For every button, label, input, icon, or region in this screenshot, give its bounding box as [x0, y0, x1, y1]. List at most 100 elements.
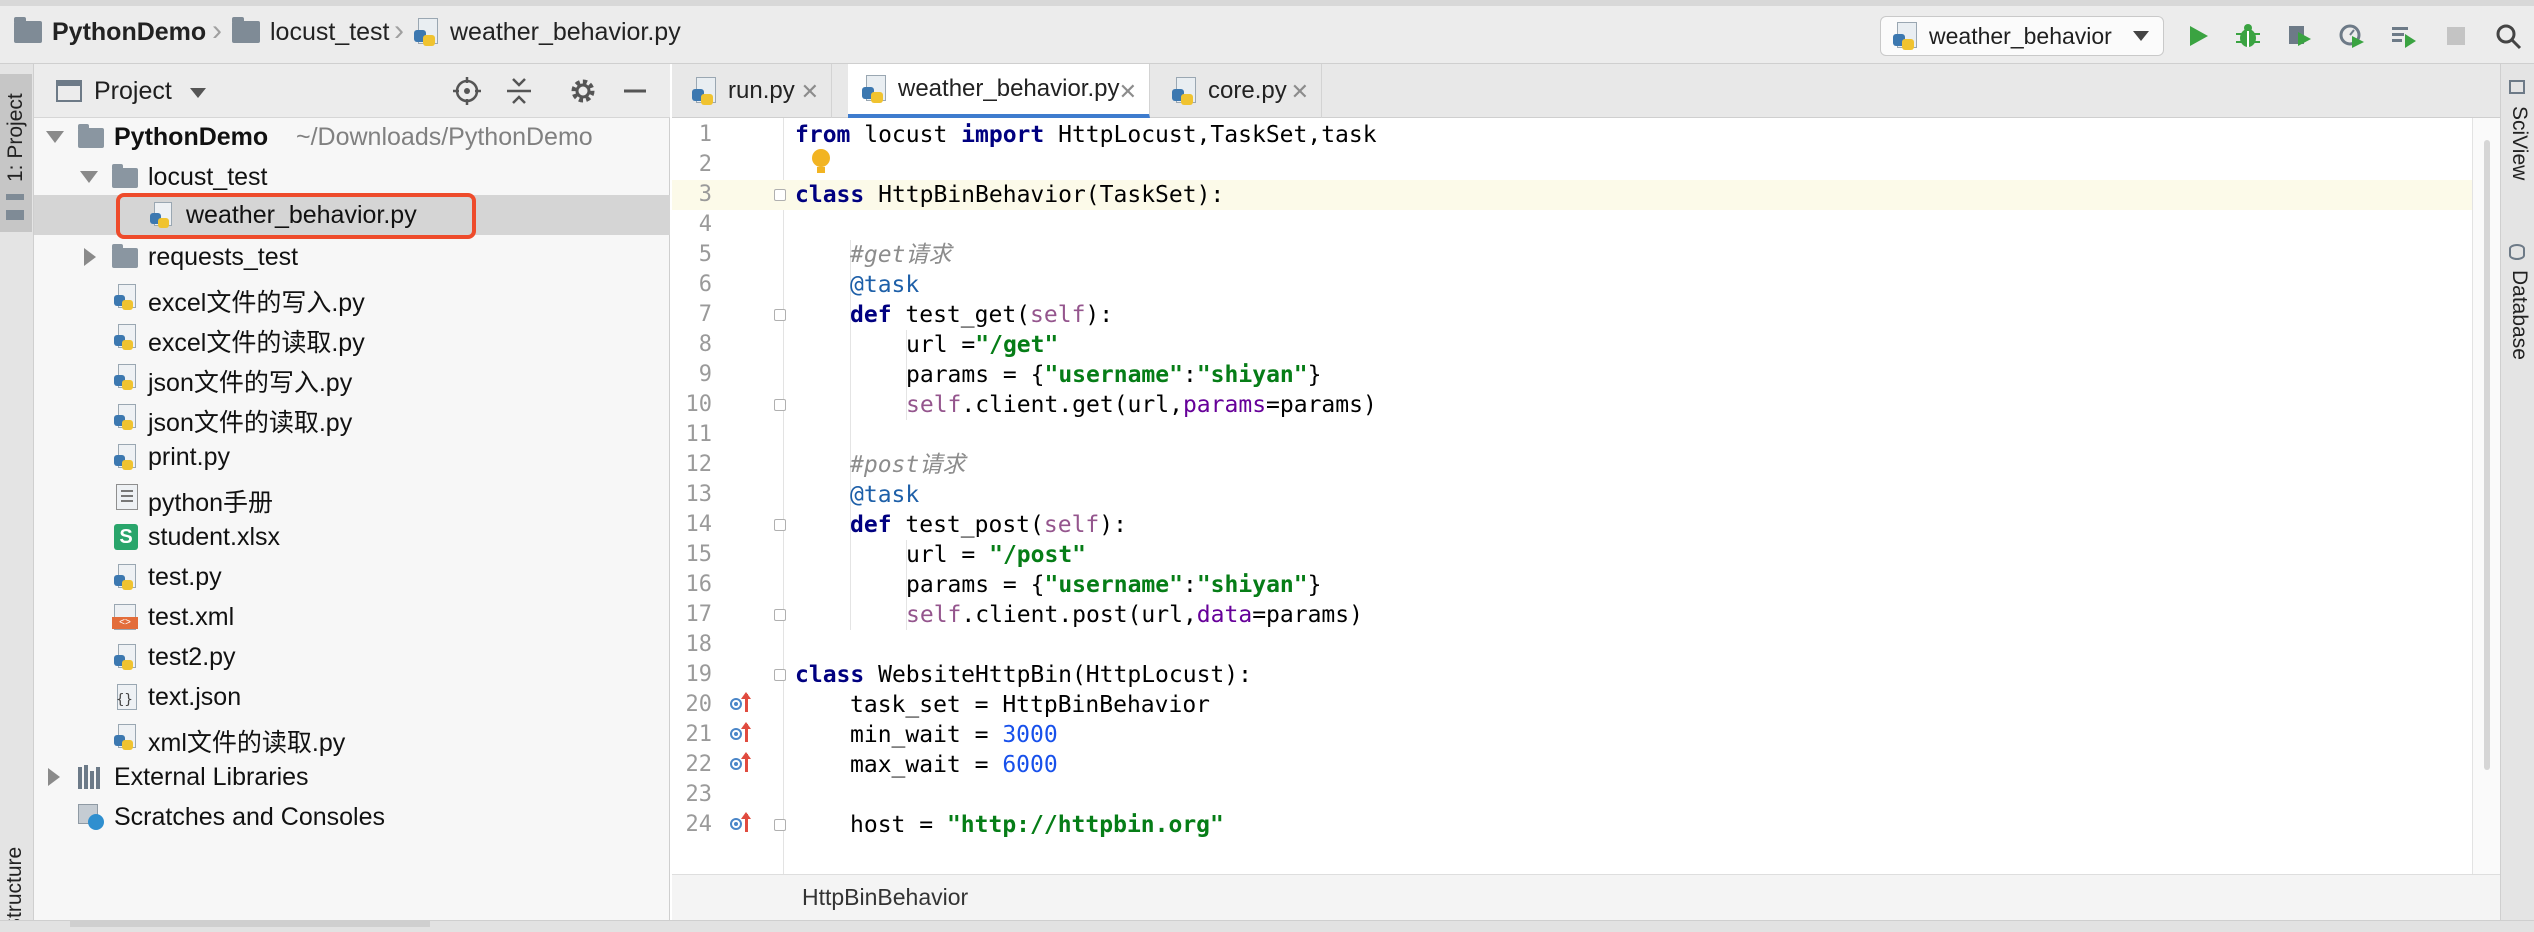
python-file-icon [692, 77, 718, 105]
run-with-coverage-button[interactable] [2282, 18, 2318, 54]
tree-item-student-xlsx[interactable]: S student.xlsx [34, 517, 670, 557]
code-line-13[interactable]: @task [850, 480, 919, 510]
override-icon[interactable] [730, 812, 758, 834]
tree-item-print[interactable]: print.py [34, 437, 670, 477]
code-line-14[interactable]: def test_post(self): [850, 510, 1127, 540]
override-icon[interactable] [730, 722, 758, 744]
sciview-tab[interactable]: SciView [2507, 106, 2531, 180]
code-line-19[interactable]: class WebsiteHttpBin(HttpLocust): [795, 660, 1252, 690]
run-configuration-select[interactable]: weather_behavior [1880, 16, 2164, 56]
code-line-10[interactable]: self.client.get(url,params=params) [906, 390, 1377, 420]
fold-icon[interactable] [774, 609, 786, 621]
project-view-title[interactable]: Project [94, 77, 172, 106]
tree-item-xml-read[interactable]: xml文件的读取.py [34, 717, 670, 757]
chevron-right-icon[interactable] [84, 248, 96, 266]
override-icon[interactable] [730, 752, 758, 774]
code-line-6[interactable]: @task [850, 270, 919, 300]
breadcrumb-project[interactable]: PythonDemo [14, 16, 206, 48]
fold-icon[interactable] [774, 309, 786, 321]
chevron-down-icon[interactable] [80, 171, 98, 183]
code-line-16[interactable]: params = {"username":"shiyan"} [906, 570, 1321, 600]
locate-icon[interactable] [452, 76, 482, 106]
chevron-down-icon[interactable] [190, 88, 206, 98]
search-everywhere-button[interactable] [2490, 18, 2526, 54]
close-icon[interactable]: ✕ [1291, 79, 1309, 105]
tree-item-locust-test[interactable]: locust_test [34, 157, 670, 197]
tree-item-test-xml[interactable]: <> test.xml [34, 597, 670, 637]
bulb-icon[interactable] [810, 148, 832, 176]
code-token: self [906, 602, 962, 628]
close-icon[interactable]: ✕ [1119, 79, 1137, 105]
debug-button[interactable] [2230, 18, 2266, 54]
database-tab[interactable]: Database [2507, 270, 2531, 360]
profile-button[interactable] [2334, 18, 2370, 54]
fold-icon[interactable] [774, 189, 786, 201]
code-line-7[interactable]: def test_get(self): [850, 300, 1113, 330]
code-line-9[interactable]: params = {"username":"shiyan"} [906, 360, 1321, 390]
project-tool-window-tab[interactable]: 1: Project [0, 74, 32, 232]
tree-item-label: test.py [148, 563, 222, 591]
tree-item-json-write[interactable]: json文件的写入.py [34, 357, 670, 397]
fold-icon[interactable] [774, 399, 786, 411]
code-token: data [1196, 602, 1253, 628]
tree-item-requests-test[interactable]: requests_test [34, 237, 670, 277]
code-token: params [1182, 392, 1267, 418]
code-line-15[interactable]: url = "/post" [906, 540, 1086, 570]
code-line-12[interactable]: #post请求 [850, 450, 965, 480]
code-token: max_wait = [850, 752, 1003, 778]
tree-item-test2-py[interactable]: test2.py [34, 637, 670, 677]
tree-item-label: student.xlsx [148, 523, 281, 551]
code-line-5[interactable]: #get请求 [850, 240, 951, 270]
scrollbar-thumb[interactable] [2484, 140, 2490, 770]
code-line-1[interactable]: from locust import HttpLocust,TaskSet,ta… [795, 120, 1377, 150]
hide-icon[interactable] [620, 76, 650, 106]
code-line-20[interactable]: task_set = HttpBinBehavior [850, 690, 1210, 720]
tree-item-text-json[interactable]: {} text.json [34, 677, 670, 717]
tab-weather-behavior-py[interactable]: weather_behavior.py ✕ [848, 64, 1150, 118]
fold-icon[interactable] [774, 819, 786, 831]
project-tool-window-label: 1: Project [4, 93, 27, 182]
run-button[interactable] [2180, 18, 2216, 54]
code-line-8[interactable]: url ="/get" [906, 330, 1058, 360]
fold-icon[interactable] [774, 669, 786, 681]
text-file-icon [116, 484, 138, 510]
line-number: 23 [685, 782, 713, 807]
override-icon[interactable] [730, 692, 758, 714]
tab-run-py[interactable]: run.py ✕ [672, 64, 832, 118]
debug-icon [2236, 24, 2260, 47]
line-number: 5 [698, 242, 712, 267]
fold-icon[interactable] [774, 519, 786, 531]
collapse-icon[interactable] [504, 76, 534, 106]
code-line-21[interactable]: min_wait = 3000 [850, 720, 1058, 750]
chevron-down-icon[interactable] [46, 131, 64, 143]
breadcrumb-file[interactable]: weather_behavior.py [414, 16, 681, 48]
tree-root-pythondemo[interactable]: PythonDemo ~/Downloads/PythonDemo [34, 117, 670, 157]
code-token: self [1043, 512, 1100, 538]
tree-item-excel-write[interactable]: excel文件的写入.py [34, 277, 670, 317]
tree-item-label: Scratches and Consoles [114, 803, 385, 831]
line-number: 24 [685, 812, 713, 837]
code-token: self [906, 392, 962, 418]
code-line-22[interactable]: max_wait = 6000 [850, 750, 1058, 780]
tree-item-python-manual[interactable]: python手册 [34, 477, 670, 517]
close-icon[interactable]: ✕ [801, 79, 819, 105]
concurrency-diagram-button[interactable] [2386, 18, 2422, 54]
code-line-24[interactable]: host = "http://httpbin.org" [850, 810, 1224, 840]
line-number: 8 [698, 332, 712, 357]
code-token: class [795, 662, 865, 688]
tab-core-py[interactable]: core.py ✕ [1150, 64, 1322, 118]
stop-button[interactable] [2438, 18, 2474, 54]
tree-item-excel-read[interactable]: excel文件的读取.py [34, 317, 670, 357]
code-line-17[interactable]: self.client.post(url,data=params) [906, 600, 1363, 630]
tree-item-json-read[interactable]: json文件的读取.py [34, 397, 670, 437]
chevron-right-icon[interactable] [48, 768, 60, 786]
tree-item-test-py[interactable]: test.py [34, 557, 670, 597]
tree-item-external-libraries[interactable]: External Libraries [34, 757, 670, 797]
editor-breadcrumb-class[interactable]: HttpBinBehavior [802, 884, 968, 911]
gear-icon[interactable] [568, 76, 598, 106]
code-token: "shiyan" [1196, 572, 1308, 598]
search-icon [2496, 24, 2522, 50]
breadcrumb-folder[interactable]: locust_test [232, 16, 390, 48]
code-line-3[interactable]: class HttpBinBehavior(TaskSet): [795, 180, 1224, 210]
tree-item-scratches[interactable]: Scratches and Consoles [34, 797, 670, 837]
